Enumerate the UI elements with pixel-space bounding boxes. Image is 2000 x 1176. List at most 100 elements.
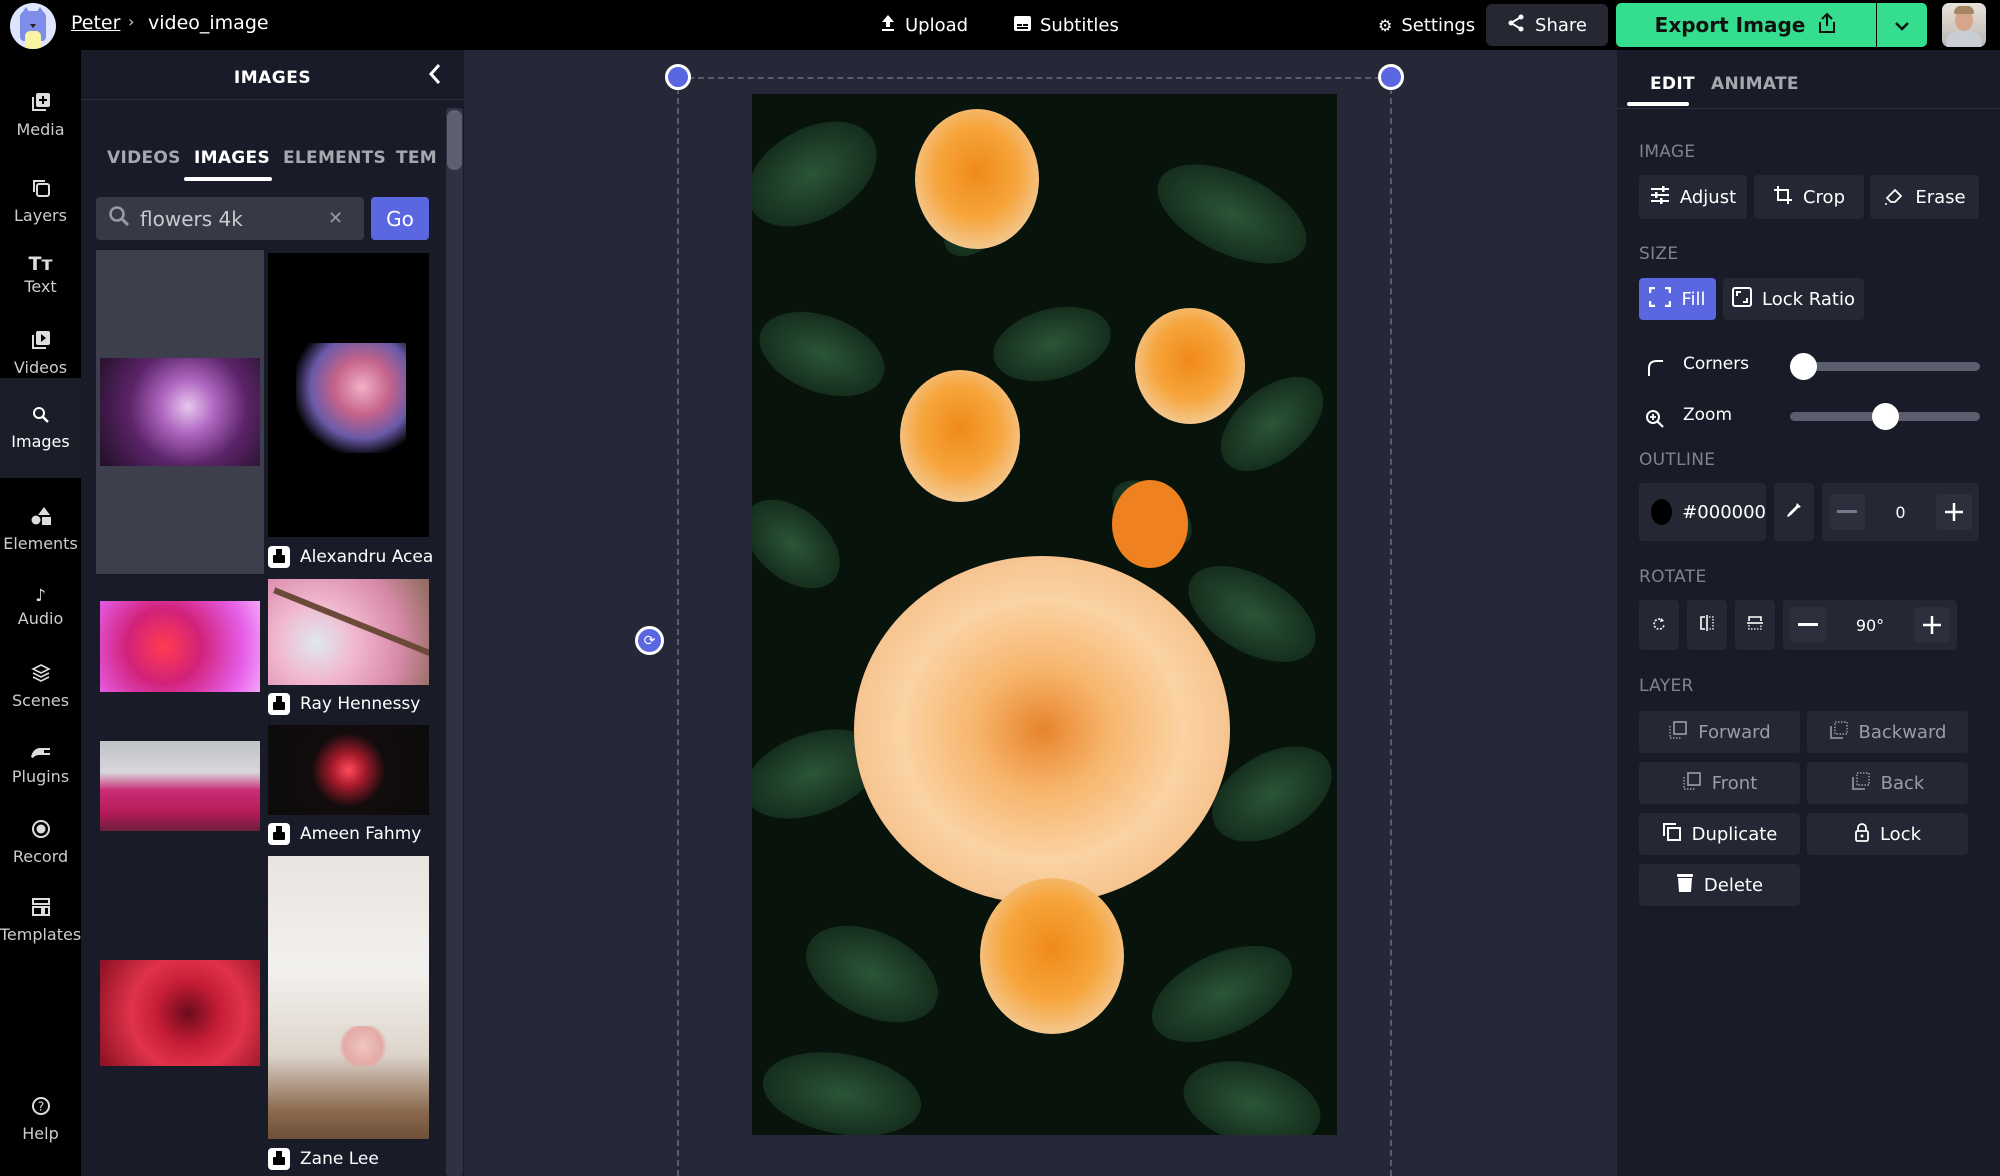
nav-item-audio[interactable]: ♪ Audio (0, 568, 81, 646)
upload-label: Upload (905, 14, 969, 36)
increment-button[interactable] (1913, 607, 1950, 643)
export-image-button[interactable]: Export Image (1616, 3, 1876, 47)
user-avatar[interactable] (1942, 3, 1986, 47)
share-icon (1507, 14, 1525, 37)
image-result[interactable] (96, 250, 264, 574)
tab-elements[interactable]: ELEMENTS (283, 148, 386, 168)
breadcrumb-user-link[interactable]: Peter (71, 12, 120, 34)
nav-item-record[interactable]: Record (0, 803, 81, 881)
back-button[interactable]: Back (1807, 762, 1968, 804)
outline-color-picker[interactable]: #000000 (1639, 483, 1766, 541)
go-button[interactable]: Go (371, 197, 429, 240)
tab-images[interactable]: IMAGES (194, 148, 270, 168)
expand-icon (1649, 286, 1672, 312)
layers-icon (31, 178, 51, 202)
decrement-button[interactable] (1829, 494, 1865, 530)
nav-label: Media (16, 119, 65, 139)
svg-text:?: ? (37, 1099, 43, 1113)
image-result[interactable] (100, 601, 260, 692)
image-result[interactable] (268, 253, 429, 537)
crop-button[interactable]: Crop (1754, 175, 1864, 219)
rotate-handle[interactable]: ⟳ (635, 626, 664, 655)
plus-icon (1945, 503, 1963, 521)
image-result[interactable] (268, 579, 429, 685)
lock-button[interactable]: Lock (1807, 813, 1968, 855)
settings-button[interactable]: ⚙ Settings (1378, 4, 1475, 46)
image-credit[interactable]: Alexandru Acea (268, 546, 433, 568)
eyedropper-button[interactable] (1774, 483, 1814, 541)
crop-label: Crop (1802, 186, 1845, 208)
flip-horizontal-button[interactable] (1687, 600, 1727, 650)
tab-animate[interactable]: ANIMATE (1711, 74, 1799, 94)
media-add-icon (31, 92, 51, 116)
image-credit[interactable]: Ameen Fahmy (268, 823, 421, 845)
image-result[interactable] (100, 960, 260, 1066)
lock-label: Lock (1879, 823, 1922, 845)
plus-icon (1922, 616, 1941, 634)
collapse-panel-button[interactable] (428, 62, 442, 92)
resize-handle-top-left[interactable] (665, 64, 691, 90)
search-input[interactable] (140, 206, 320, 231)
front-button[interactable]: Front (1639, 762, 1800, 804)
subtitles-button[interactable]: Subtitles (1014, 4, 1119, 46)
back-label: Back (1880, 772, 1925, 794)
tab-templates[interactable]: TEM (396, 148, 437, 168)
canvas-image[interactable] (752, 94, 1337, 1135)
rotate-button[interactable] (1639, 600, 1679, 650)
nav-item-scenes[interactable]: Scenes (0, 647, 81, 725)
outline-width-stepper[interactable]: 0 (1822, 483, 1979, 541)
nav-label: Help (22, 1123, 59, 1143)
panel-scrollbar-thumb[interactable] (447, 110, 462, 170)
app-logo[interactable] (10, 3, 56, 49)
forward-button[interactable]: Forward (1639, 711, 1800, 753)
zoom-slider-thumb[interactable] (1871, 403, 1899, 430)
breadcrumb-separator: › (128, 12, 135, 31)
upload-button[interactable]: Upload (880, 4, 968, 46)
tab-videos[interactable]: VIDEOS (107, 148, 181, 168)
nav-item-text[interactable]: Tт Text (0, 236, 81, 314)
nav-item-media[interactable]: Media (0, 76, 81, 154)
fill-button[interactable]: Fill (1639, 278, 1716, 320)
send-to-back-icon (1851, 771, 1871, 796)
credit-name: Ray Hennessy (300, 694, 421, 714)
rotation-stepper[interactable]: 90° (1783, 600, 1957, 650)
search-field[interactable]: ✕ (96, 197, 364, 240)
duplicate-icon (1662, 822, 1682, 847)
decrement-button[interactable] (1790, 607, 1826, 643)
nav-item-elements[interactable]: Elements (0, 490, 81, 568)
corners-slider-thumb[interactable] (1790, 353, 1817, 380)
share-button[interactable]: Share (1486, 4, 1608, 46)
nav-item-images[interactable]: Images (0, 378, 81, 478)
nav-item-help[interactable]: ? Help (0, 1080, 81, 1158)
image-result[interactable] (268, 725, 429, 815)
lock-ratio-button[interactable]: Lock Ratio (1723, 278, 1864, 320)
corners-slider[interactable] (1790, 362, 1980, 371)
nav-item-layers[interactable]: Layers (0, 162, 81, 240)
tab-edit[interactable]: EDIT (1650, 74, 1695, 94)
eyedropper-icon (1785, 501, 1803, 524)
project-title[interactable]: video_image (148, 12, 269, 34)
nav-item-plugins[interactable]: Plugins (0, 725, 81, 803)
panel-scrollbar[interactable] (446, 108, 463, 1176)
erase-button[interactable]: Erase (1870, 175, 1979, 219)
section-rotate: ROTATE (1639, 567, 1707, 587)
export-options-dropdown[interactable] (1877, 3, 1927, 47)
backward-button[interactable]: Backward (1807, 711, 1968, 753)
resize-handle-top-right[interactable] (1378, 64, 1404, 90)
nav-item-templates[interactable]: Templates (0, 881, 81, 959)
image-credit[interactable]: Ray Hennessy (268, 693, 420, 715)
delete-button[interactable]: Delete (1639, 864, 1800, 906)
rotation-value[interactable]: 90° (1856, 616, 1884, 635)
duplicate-button[interactable]: Duplicate (1639, 813, 1800, 855)
clear-search-icon[interactable]: ✕ (328, 208, 343, 229)
image-result[interactable] (268, 856, 429, 1139)
outline-width-value[interactable]: 0 (1895, 503, 1905, 522)
crop-icon (1773, 185, 1793, 210)
increment-button[interactable] (1936, 494, 1972, 530)
adjust-button[interactable]: Adjust (1639, 175, 1747, 219)
image-result[interactable] (100, 741, 260, 831)
image-credit[interactable]: Zane Lee (268, 1148, 379, 1170)
rose-photo (752, 94, 1337, 1135)
flip-vertical-button[interactable] (1735, 600, 1775, 650)
plug-icon (30, 743, 52, 763)
